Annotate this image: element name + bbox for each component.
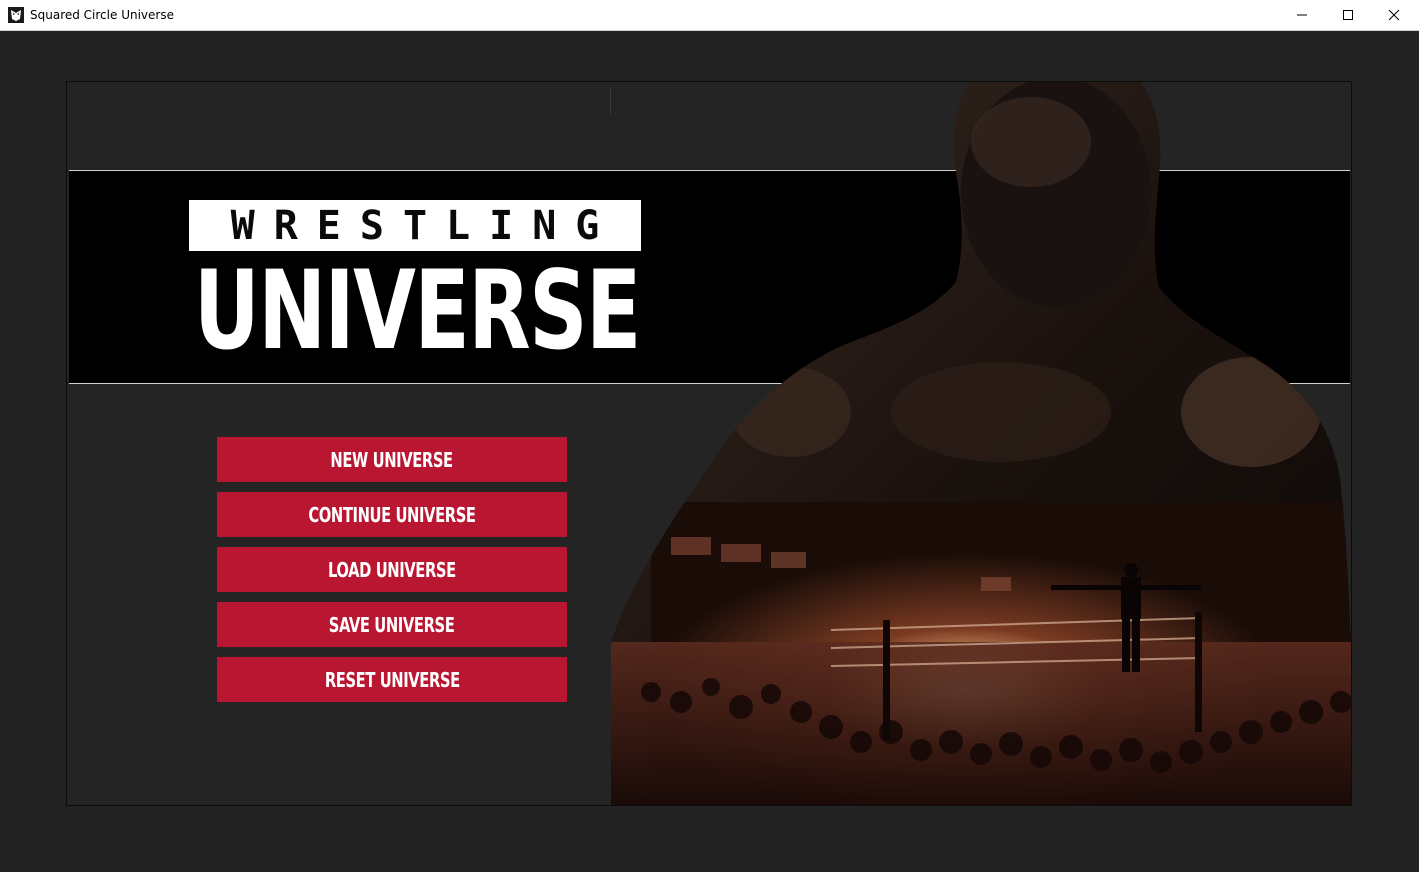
logo-universe: UNIVERSE (187, 252, 647, 368)
logo-line2: UNIVERSE (194, 245, 642, 375)
continue-universe-label: CONTINUE UNIVERSE (308, 502, 476, 527)
maximize-button[interactable] (1325, 0, 1371, 30)
minimize-button[interactable] (1279, 0, 1325, 30)
reset-universe-label: RESET UNIVERSE (324, 667, 460, 692)
new-universe-label: NEW UNIVERSE (330, 447, 454, 472)
close-button[interactable] (1371, 0, 1417, 30)
new-universe-button[interactable]: NEW UNIVERSE (217, 437, 567, 482)
window-title-bar: Squared Circle Universe (0, 0, 1419, 31)
logo-wrestling: WRESTLING (189, 200, 641, 251)
continue-universe-button[interactable]: CONTINUE UNIVERSE (217, 492, 567, 537)
load-universe-label: LOAD UNIVERSE (328, 557, 456, 582)
window-title: Squared Circle Universe (30, 8, 174, 22)
app-icon (8, 7, 24, 23)
logo-line1: WRESTLING (230, 202, 619, 249)
main-menu-panel: WRESTLING UNIVERSE NEW UNIVERSE CONTINUE… (66, 81, 1352, 806)
load-universe-button[interactable]: LOAD UNIVERSE (217, 547, 567, 592)
hero-artwork (611, 82, 1351, 805)
save-universe-button[interactable]: SAVE UNIVERSE (217, 602, 567, 647)
minimize-icon (1297, 14, 1307, 16)
maximize-icon (1343, 10, 1353, 20)
reset-universe-button[interactable]: RESET UNIVERSE (217, 657, 567, 702)
save-universe-label: SAVE UNIVERSE (329, 612, 455, 637)
close-icon (1388, 9, 1400, 21)
